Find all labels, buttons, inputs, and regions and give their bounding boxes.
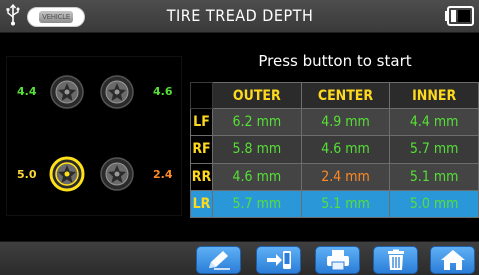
tire-diagram: 4.4 4.6 5.0 2.4 <box>6 56 182 216</box>
instruction-text: Press button to start <box>258 52 412 70</box>
row-label: RF <box>190 135 213 164</box>
send-to-device-icon <box>266 251 291 269</box>
page-title: TIRE TREAD DEPTH <box>166 6 314 25</box>
delete-button[interactable] <box>373 246 418 274</box>
trash-icon <box>387 249 404 270</box>
column-header-outer: OUTER <box>212 82 302 109</box>
cell-inner: 5.7 mm <box>389 135 479 164</box>
cell-outer: 5.8 mm <box>212 135 302 164</box>
cell-center: 4.6 mm <box>300 135 391 164</box>
home-icon <box>440 250 465 270</box>
cell-outer: 6.2 mm <box>212 107 302 137</box>
table-header-row: OUTER CENTER INNER <box>190 82 479 109</box>
table-row-rr[interactable]: RR 4.6 mm 2.4 mm 5.1 mm <box>190 162 479 191</box>
tire-value-lr: 5.0 <box>17 168 37 181</box>
tire-value-rr: 2.4 <box>153 168 173 181</box>
tire-value-rf: 4.6 <box>153 85 173 98</box>
cell-center: 4.9 mm <box>300 107 391 137</box>
edit-icon <box>208 251 230 270</box>
print-button[interactable] <box>315 246 360 274</box>
cell-inner: 5.0 mm <box>389 189 479 219</box>
tire-icon-lf[interactable] <box>49 74 85 110</box>
tire-icon-rr[interactable] <box>99 156 135 192</box>
row-label: LR <box>190 189 213 219</box>
row-label: LF <box>190 107 213 137</box>
cell-center: 2.4 mm <box>300 162 391 191</box>
tire-value-lf: 4.4 <box>17 85 37 98</box>
cell-outer: 5.7 mm <box>212 189 302 219</box>
table-row-lr-selected[interactable]: LR 5.7 mm 5.1 mm 5.0 mm <box>190 189 479 219</box>
column-header-inner: INNER <box>389 82 479 109</box>
edit-button[interactable] <box>196 246 241 274</box>
app-screen: VEHICLE TIRE TREAD DEPTH 4.4 4.6 5.0 2.4… <box>0 0 479 275</box>
table-row-lf[interactable]: LF 6.2 mm 4.9 mm 4.4 mm <box>190 107 479 137</box>
row-label: RR <box>190 162 213 191</box>
print-icon <box>326 250 349 271</box>
table-row-rf[interactable]: RF 5.8 mm 4.6 mm 5.7 mm <box>190 135 479 164</box>
cell-center: 5.1 mm <box>300 189 391 219</box>
vehicle-icon[interactable]: VEHICLE <box>27 7 85 27</box>
cell-inner: 5.1 mm <box>389 162 479 191</box>
home-button[interactable] <box>430 246 475 274</box>
battery-icon <box>445 6 474 26</box>
tire-icon-lr-selected[interactable] <box>49 156 85 192</box>
bottom-toolbar <box>0 241 479 275</box>
send-to-device-button[interactable] <box>256 246 301 274</box>
tread-depth-table: OUTER CENTER INNER LF 6.2 mm 4.9 mm 4.4 … <box>190 82 479 219</box>
tire-icon-rf[interactable] <box>99 74 135 110</box>
vehicle-label: VEHICLE <box>39 11 73 23</box>
title-bar: VEHICLE TIRE TREAD DEPTH <box>0 0 479 33</box>
table-corner <box>190 82 213 109</box>
cell-inner: 4.4 mm <box>389 107 479 137</box>
column-header-center: CENTER <box>300 82 391 109</box>
cell-outer: 4.6 mm <box>212 162 302 191</box>
usb-icon <box>6 4 20 26</box>
